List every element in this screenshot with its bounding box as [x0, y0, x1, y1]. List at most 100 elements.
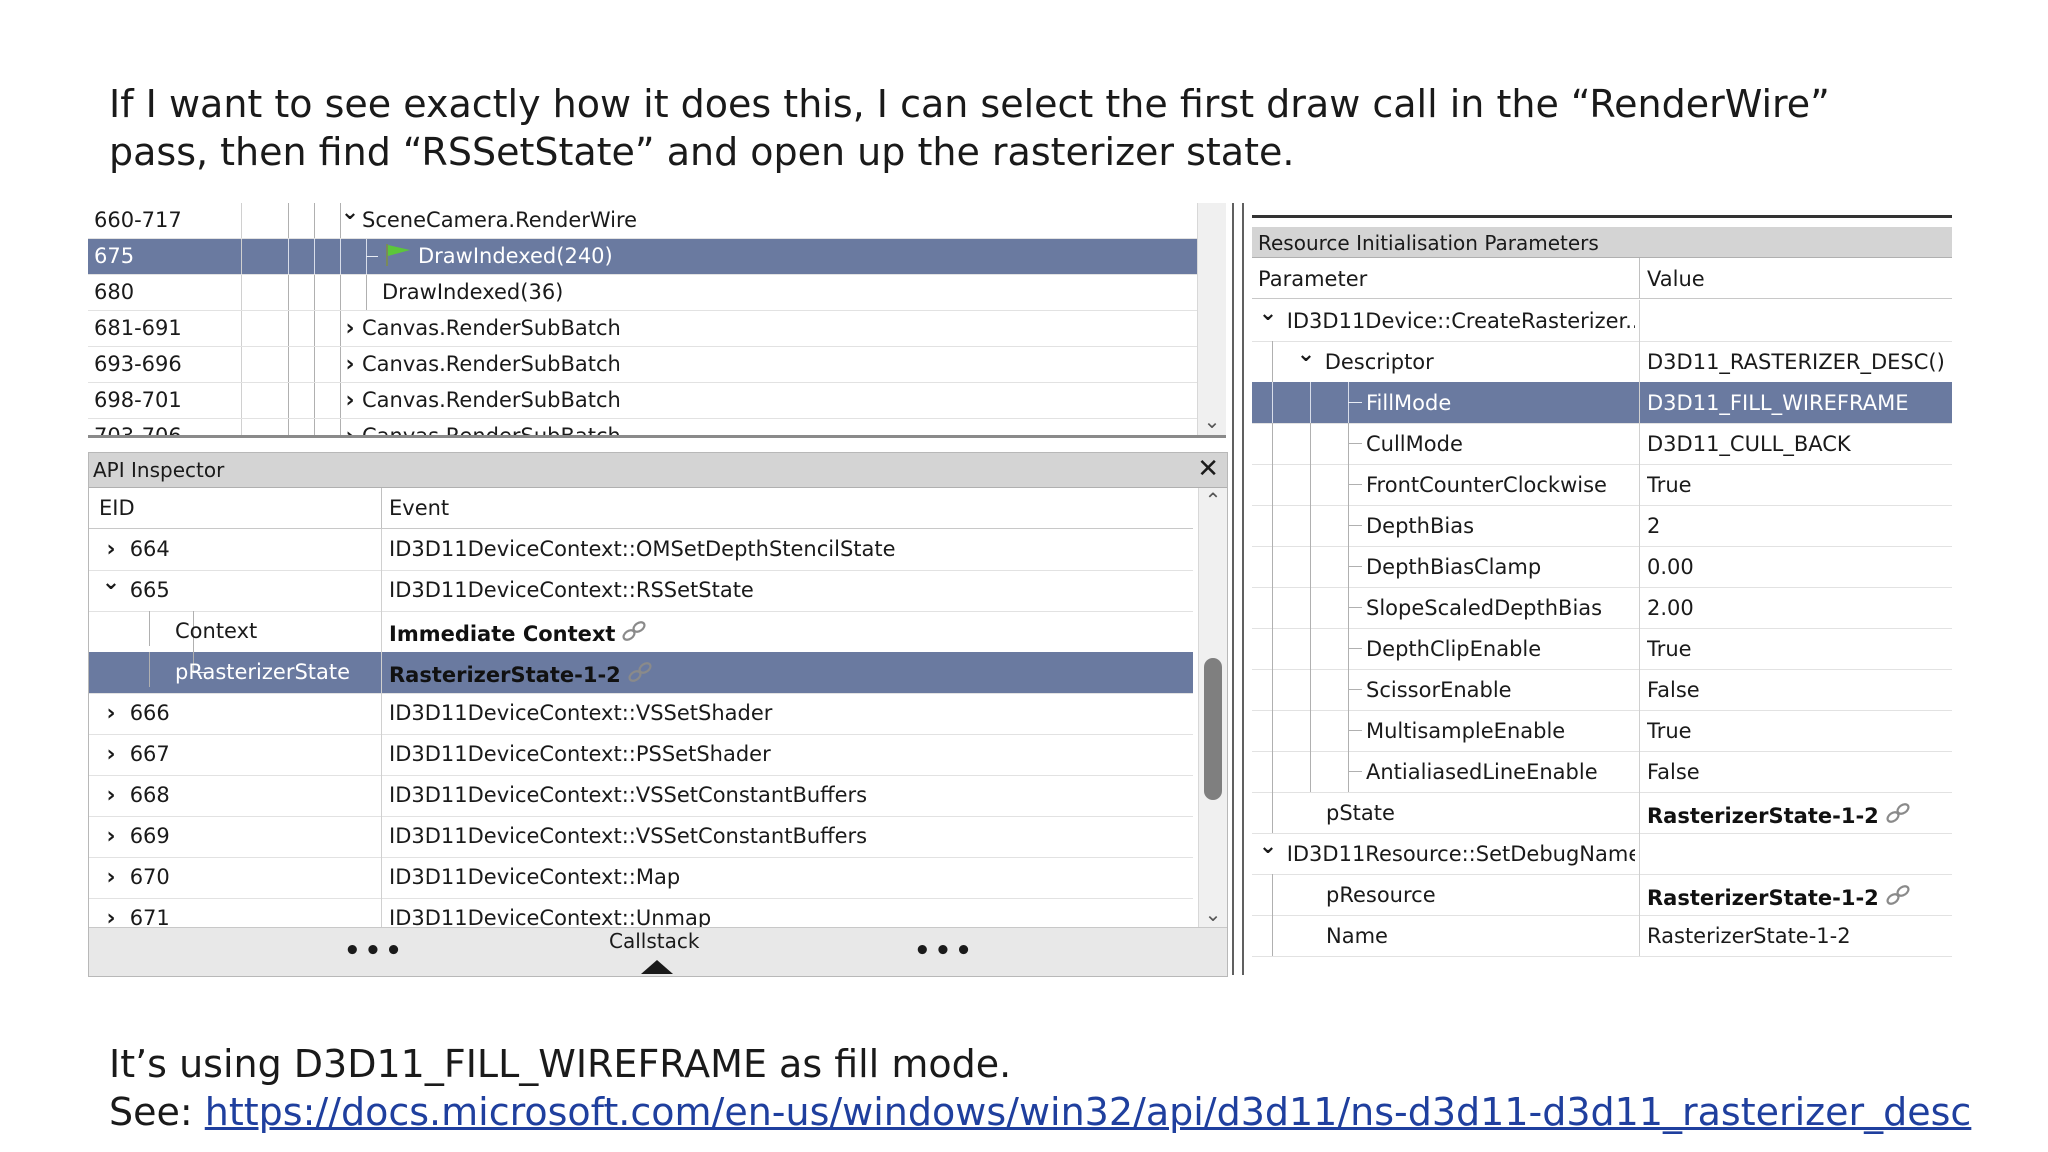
api-row[interactable]: › 667 ID3D11DeviceContext::PSSetShader — [89, 734, 1193, 776]
event-row[interactable]: 681-691 › Canvas.RenderSubBatch — [88, 311, 1198, 347]
param-value-cell: True — [1647, 637, 1947, 661]
param-row[interactable]: Name RasterizerState-1-2 — [1252, 915, 1952, 957]
api-row[interactable]: › 669 ID3D11DeviceContext::VSSetConstantB… — [89, 816, 1193, 858]
api-inspector-header: EID Event — [89, 488, 1193, 529]
resource-link-icon[interactable] — [619, 619, 649, 643]
col-header-event[interactable]: Event — [389, 496, 449, 520]
chevron-right-icon[interactable]: › — [338, 316, 362, 341]
api-row[interactable]: ⌄ 665 ID3D11DeviceContext::RSSetState — [89, 570, 1193, 612]
api-eid: Context — [175, 619, 258, 643]
param-value: 2.00 — [1647, 596, 1694, 620]
scroll-down-icon[interactable]: ⌄ — [1200, 409, 1224, 433]
api-row[interactable]: › 664 ID3D11DeviceContext::OMSetDepthSten… — [89, 529, 1193, 571]
chevron-right-icon[interactable]: › — [99, 701, 123, 726]
api-eid: 665 — [129, 578, 170, 602]
resource-link-icon[interactable] — [625, 660, 655, 684]
col-header-eid[interactable]: EID — [99, 496, 135, 520]
event-row[interactable]: 698-701 › Canvas.RenderSubBatch — [88, 383, 1198, 419]
param-row[interactable]: FillMode D3D11_FILL_WIREFRAME — [1252, 382, 1952, 424]
more-dots-left-icon[interactable]: ••• — [344, 936, 406, 966]
param-value: True — [1647, 637, 1692, 661]
api-event-cell: RasterizerState-1-2 — [389, 660, 1189, 687]
event-row[interactable]: 675 DrawIndexed(240) — [88, 239, 1198, 275]
param-value: True — [1647, 719, 1692, 743]
green-flag-icon — [384, 244, 412, 266]
chevron-right-icon[interactable]: › — [99, 865, 123, 890]
chevron-down-icon[interactable]: ⌄ — [99, 570, 123, 595]
param-row[interactable]: DepthClipEnable True — [1252, 628, 1952, 670]
param-row[interactable]: CullMode D3D11_CULL_BACK — [1252, 423, 1952, 465]
chevron-right-icon[interactable]: › — [99, 537, 123, 562]
chevron-right-icon[interactable]: › — [99, 783, 123, 808]
api-inspector-scrollbar[interactable]: ⌃ ⌄ — [1198, 488, 1227, 928]
api-event: ID3D11DeviceContext::PSSetShader — [389, 742, 771, 766]
event-name: Canvas.RenderSubBatch — [362, 316, 621, 340]
param-row[interactable]: pResource RasterizerState-1-2 — [1252, 874, 1952, 916]
chevron-right-icon[interactable]: › — [338, 388, 362, 413]
resource-link-icon[interactable] — [1883, 883, 1913, 907]
param-value: RasterizerState-1-2 — [1647, 924, 1851, 948]
chevron-down-icon[interactable]: ⌄ — [1256, 842, 1280, 859]
event-row[interactable]: 703-706 › Canvas.RenderSubBatch — [88, 419, 1198, 435]
param-row[interactable]: ⌄ Descriptor D3D11_RASTERIZER_DESC() — [1252, 341, 1952, 383]
param-row[interactable]: DepthBias 2 — [1252, 505, 1952, 547]
event-browser-scrollbar[interactable]: ⌄ — [1197, 203, 1226, 435]
param-row[interactable]: FrontCounterClockwise True — [1252, 464, 1952, 506]
callstack-label[interactable]: Callstack — [609, 929, 699, 953]
more-dots-right-icon[interactable]: ••• — [914, 936, 976, 966]
chevron-right-icon[interactable]: › — [338, 424, 362, 435]
resource-link-icon[interactable] — [1883, 801, 1913, 825]
param-value: RasterizerState-1-2 — [1647, 886, 1879, 910]
api-row[interactable]: › 668 ID3D11DeviceContext::VSSetConstantB… — [89, 775, 1193, 817]
param-row[interactable]: ScissorEnable False — [1252, 669, 1952, 711]
col-header-parameter[interactable]: Parameter — [1258, 267, 1367, 291]
event-row[interactable]: 693-696 › Canvas.RenderSubBatch — [88, 347, 1198, 383]
param-value-cell: False — [1647, 678, 1947, 702]
api-inspector-title: API Inspector — [93, 458, 225, 482]
event-name: DrawIndexed(36) — [382, 280, 564, 304]
param-name-cell: pResource — [1326, 883, 1635, 907]
chevron-down-icon[interactable]: ⌄ — [1256, 309, 1280, 326]
api-row[interactable]: Context Immediate Context — [89, 611, 1193, 653]
param-row[interactable]: AntialiasedLineEnable False — [1252, 751, 1952, 793]
chevron-down-icon[interactable]: ⌄ — [338, 203, 362, 225]
event-row[interactable]: 680 DrawIndexed(36) — [88, 275, 1198, 311]
col-header-value[interactable]: Value — [1647, 267, 1705, 291]
param-value-cell: RasterizerState-1-2 — [1647, 801, 1947, 828]
param-row[interactable]: ⌄ ID3D11Resource::SetDebugName — [1252, 833, 1952, 875]
expand-up-icon[interactable] — [641, 960, 673, 974]
api-row[interactable]: pRasterizerState RasterizerState-1-2 — [89, 652, 1193, 694]
param-row[interactable]: ⌄ ID3D11Device::CreateRasterizer... — [1252, 300, 1952, 342]
api-eid: pRasterizerState — [175, 660, 351, 684]
scroll-down-icon[interactable]: ⌄ — [1201, 902, 1225, 926]
param-row[interactable]: pState RasterizerState-1-2 — [1252, 792, 1952, 834]
chevron-right-icon[interactable]: › — [99, 824, 123, 849]
docs-link[interactable]: https://docs.microsoft.com/en-us/windows… — [205, 1090, 1972, 1134]
callstack-bar: ••• Callstack ••• — [89, 927, 1227, 976]
panel-splitter[interactable] — [1228, 203, 1248, 975]
param-name: FrontCounterClockwise — [1366, 473, 1607, 497]
api-row[interactable]: › 666 ID3D11DeviceContext::VSSetShader — [89, 693, 1193, 735]
event-name-cell: DrawIndexed(240) — [384, 244, 613, 268]
chevron-down-icon[interactable]: ⌄ — [1294, 350, 1318, 367]
event-name-cell: › Canvas.RenderSubBatch — [338, 316, 621, 341]
api-event: ID3D11DeviceContext::VSSetShader — [389, 701, 773, 725]
event-name-cell: ⌄ SceneCamera.RenderWire — [338, 203, 637, 233]
param-value-cell: True — [1647, 473, 1947, 497]
event-row[interactable]: 660-717 ⌄ SceneCamera.RenderWire — [88, 203, 1198, 239]
chevron-right-icon[interactable]: › — [338, 352, 362, 377]
api-event-cell: ID3D11DeviceContext::VSSetShader — [389, 701, 1189, 725]
scroll-thumb[interactable] — [1204, 658, 1222, 800]
chevron-right-icon[interactable]: › — [99, 742, 123, 767]
api-eid-cell: ⌄ 665 — [99, 570, 170, 603]
api-eid-cell: › 668 — [99, 783, 169, 808]
param-row[interactable]: DepthBiasClamp 0.00 — [1252, 546, 1952, 588]
param-name-cell: ⌄ ID3D11Device::CreateRasterizer... — [1256, 309, 1635, 334]
api-row[interactable]: › 670 ID3D11DeviceContext::Map — [89, 857, 1193, 899]
param-row[interactable]: SlopeScaledDepthBias 2.00 — [1252, 587, 1952, 629]
scroll-up-icon[interactable]: ⌃ — [1201, 488, 1225, 512]
close-icon[interactable]: ✕ — [1197, 454, 1219, 484]
param-name-cell: DepthBiasClamp — [1366, 555, 1635, 579]
param-row[interactable]: MultisampleEnable True — [1252, 710, 1952, 752]
api-eid: 667 — [129, 742, 170, 766]
